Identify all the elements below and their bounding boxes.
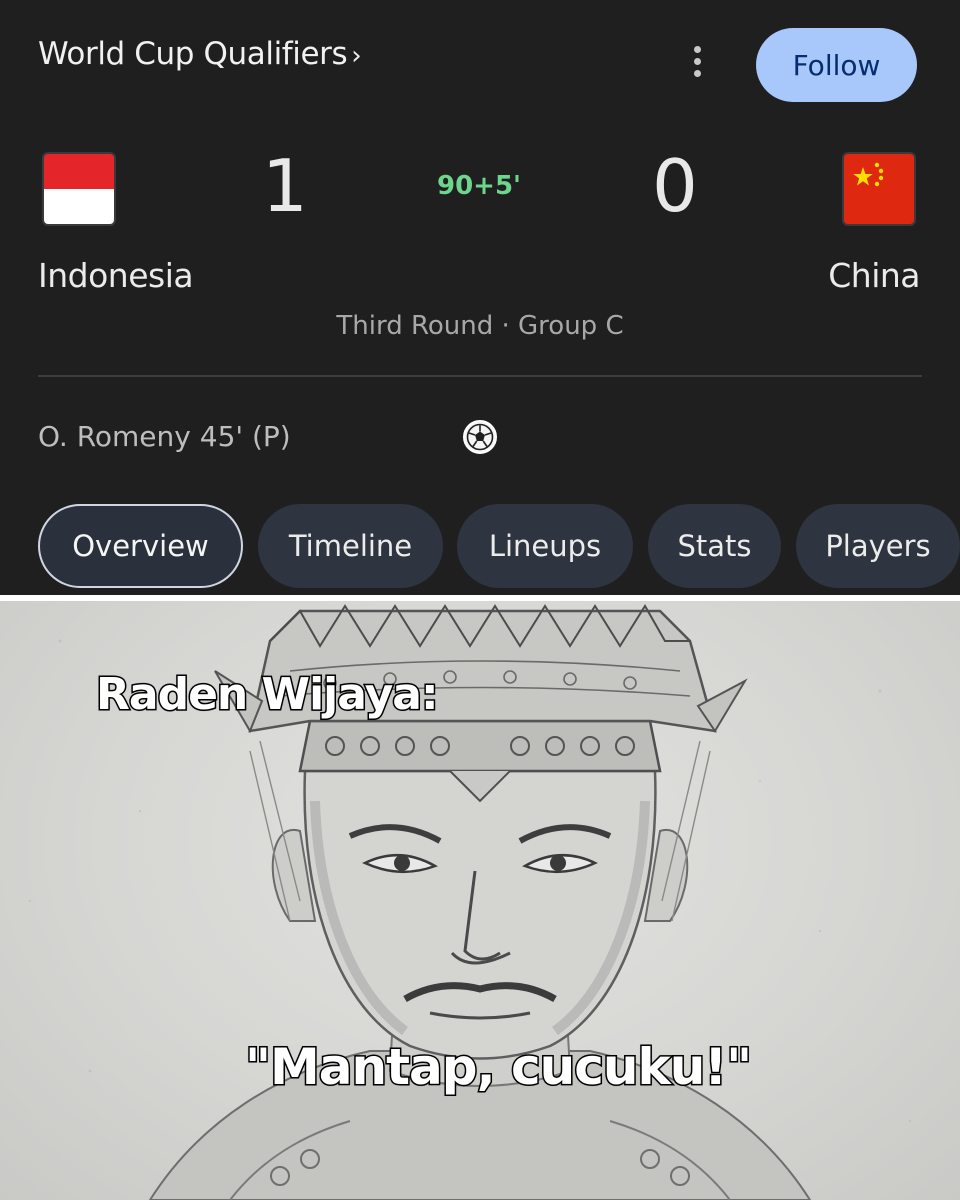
meme-caption-top: Raden Wijaya: (95, 668, 441, 722)
tab-timeline[interactable]: Timeline (258, 504, 443, 588)
away-score: 0 (652, 144, 698, 228)
goal-scorer: O. Romeny 45' (P) (38, 420, 291, 453)
tab-overview[interactable]: Overview (38, 504, 243, 588)
meme-caption-bottom: "Mantap, cucuku!" (243, 1037, 753, 1098)
match-stage: Third Round · Group C (336, 311, 624, 341)
portrait-sketch-image: Raden Wijaya: "Mantap, cucuku!" (0, 601, 960, 1200)
home-score: 1 (262, 144, 308, 228)
match-clock: 90+5' (437, 171, 522, 201)
soccer-ball-icon (463, 420, 497, 454)
chevron-right-icon: › (351, 41, 362, 71)
home-team-name[interactable]: Indonesia (38, 256, 194, 295)
divider (38, 375, 922, 377)
follow-button[interactable]: Follow (756, 28, 917, 102)
away-team-name[interactable]: China (828, 256, 920, 295)
more-options-icon[interactable] (680, 42, 714, 80)
tab-lineups[interactable]: Lineups (457, 504, 633, 588)
china-flag-icon (842, 152, 916, 226)
match-card: World Cup Qualifiers › Follow 1 90+5' 0 I… (0, 0, 960, 595)
competition-link[interactable]: World Cup Qualifiers › (38, 36, 362, 72)
tab-players[interactable]: Players (796, 504, 960, 588)
competition-title: World Cup Qualifiers (38, 36, 348, 72)
indonesia-flag-icon (42, 152, 116, 226)
tab-stats[interactable]: Stats (648, 504, 781, 588)
